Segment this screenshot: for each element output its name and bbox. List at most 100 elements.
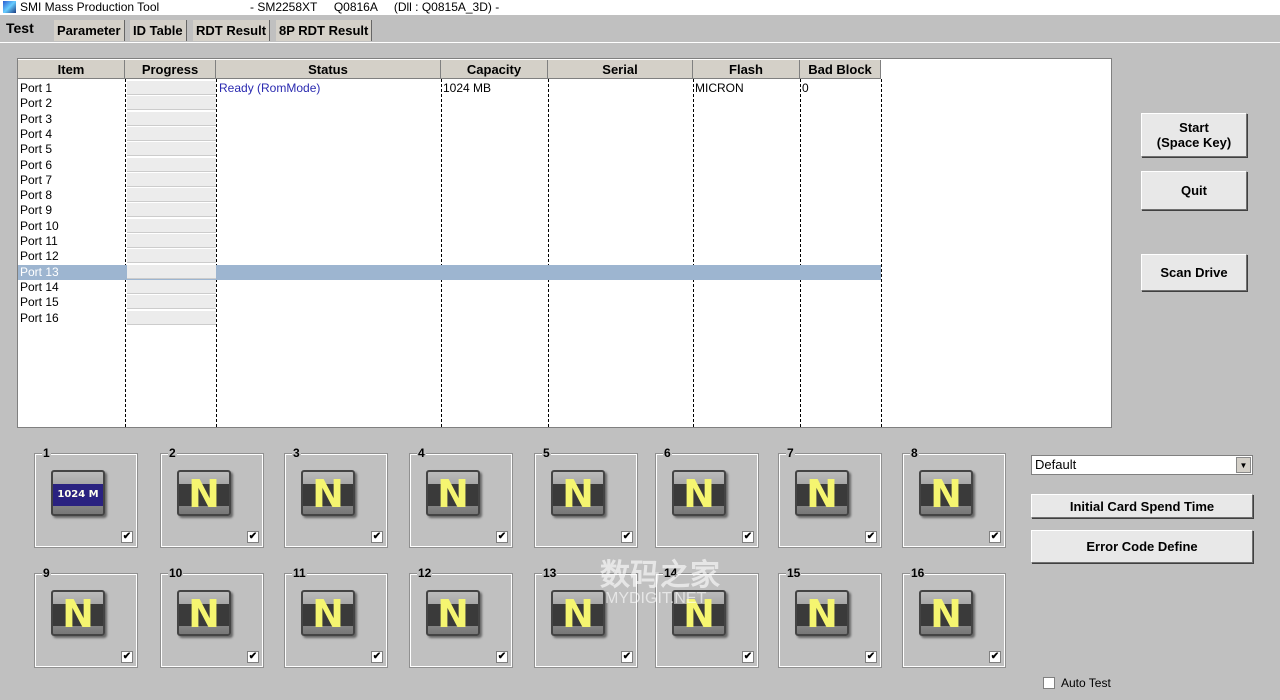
port-enable-checkbox[interactable]: ✔ [371, 531, 383, 543]
no-device-icon: N [919, 470, 973, 516]
table-row[interactable]: Port 13 [18, 264, 881, 280]
port-enable-checkbox[interactable]: ✔ [989, 531, 1001, 543]
watermark: 数码之家 [600, 559, 720, 592]
table-row[interactable]: Port 10 [18, 218, 881, 234]
table-row[interactable]: Port 4 [18, 126, 881, 142]
table-row[interactable]: Port 2 [18, 96, 881, 111]
tab-id-table[interactable]: ID Table [130, 20, 187, 41]
column-header-serial[interactable]: Serial [548, 60, 693, 79]
card-label: N [562, 472, 594, 516]
table-row[interactable]: Port 12 [18, 249, 881, 264]
port-enable-checkbox[interactable]: ✔ [865, 531, 877, 543]
card-label: N [188, 472, 220, 516]
port-enable-checkbox[interactable]: ✔ [621, 651, 633, 663]
port-slot-10: 10 N ✔ [160, 566, 264, 668]
tab-8p-rdt-result[interactable]: 8P RDT Result [276, 20, 373, 41]
progress-bar [127, 218, 216, 233]
divider [0, 42, 1280, 43]
column-header-bad-block[interactable]: Bad Block [800, 60, 881, 79]
initial-card-spend-time-button[interactable]: Initial Card Spend Time [1031, 494, 1253, 518]
table-row[interactable]: Port 11 [18, 234, 881, 249]
port-slot-15: 15 N ✔ [778, 566, 882, 668]
no-device-icon: N [795, 470, 849, 516]
table-row[interactable]: Port 14 [18, 279, 881, 295]
cell-item: Port 15 [20, 295, 59, 310]
auto-test-checkbox[interactable] [1043, 677, 1055, 689]
port-number: 12 [417, 566, 433, 580]
port-enable-checkbox[interactable]: ✔ [496, 531, 508, 543]
chevron-down-icon[interactable]: ▼ [1236, 457, 1251, 473]
port-enable-checkbox[interactable]: ✔ [247, 651, 259, 663]
title-bar: SMI Mass Production Tool - SM2258XT Q081… [0, 0, 1280, 15]
cell-bad-block: 0 [802, 81, 809, 95]
cell-item: Port 4 [20, 126, 53, 141]
no-device-icon: N [301, 470, 355, 516]
port-number: 10 [168, 566, 184, 580]
port-slot-9: 9 N ✔ [34, 566, 138, 668]
error-code-define-button[interactable]: Error Code Define [1031, 530, 1253, 563]
cell-capacity: 1024 MB [443, 81, 492, 95]
cell-item: Port 6 [20, 157, 53, 172]
progress-bar [127, 142, 216, 157]
card-label: N [437, 592, 469, 636]
tab-parameter[interactable]: Parameter [54, 20, 125, 41]
table-row[interactable]: Port 1 Ready (RomMode) 1024 MB MICRON 0 [18, 81, 881, 96]
column-divider [881, 79, 882, 427]
table-row[interactable]: Port 6 [18, 157, 881, 173]
port-enable-checkbox[interactable]: ✔ [865, 651, 877, 663]
port-slot-4: 4 N ✔ [409, 446, 513, 548]
cell-item: Port 5 [20, 142, 53, 157]
tab-bar: Test Parameter ID Table RDT Result 8P RD… [0, 18, 1280, 42]
tab-test[interactable]: Test [3, 18, 37, 39]
port-enable-checkbox[interactable]: ✔ [121, 651, 133, 663]
scan-drive-button[interactable]: Scan Drive [1141, 254, 1247, 291]
cell-item: Port 16 [20, 310, 59, 325]
watermark-en: MYDIGIT.NET [605, 590, 707, 607]
port-number: 7 [786, 446, 795, 460]
no-device-icon: N [551, 590, 605, 636]
table-row[interactable]: Port 3 [18, 111, 881, 127]
port-enable-checkbox[interactable]: ✔ [371, 651, 383, 663]
port-enable-checkbox[interactable]: ✔ [496, 651, 508, 663]
table-row[interactable]: Port 9 [18, 203, 881, 218]
port-enable-checkbox[interactable]: ✔ [989, 651, 1001, 663]
cell-item: Port 13 [20, 264, 59, 279]
port-slot-16: 16 N ✔ [902, 566, 1006, 668]
progress-bar [127, 310, 216, 325]
profile-dropdown[interactable]: Default ▼ [1031, 455, 1253, 475]
column-header-item[interactable]: Item [18, 60, 125, 79]
port-enable-checkbox[interactable]: ✔ [247, 531, 259, 543]
port-slot-12: 12 N ✔ [409, 566, 513, 668]
column-header-status[interactable]: Status [216, 60, 441, 79]
port-enable-checkbox[interactable]: ✔ [742, 651, 754, 663]
column-header-progress[interactable]: Progress [125, 60, 216, 79]
column-header-flash[interactable]: Flash [693, 60, 800, 79]
table-row[interactable]: Port 15 [18, 295, 881, 310]
table-row[interactable]: Port 16 [18, 310, 881, 326]
no-device-icon: N [919, 590, 973, 636]
cell-item: Port 12 [20, 249, 59, 264]
card-label: N [930, 592, 962, 636]
card-label: N [562, 592, 594, 636]
table-row[interactable]: Port 5 [18, 142, 881, 157]
port-enable-checkbox[interactable]: ✔ [121, 531, 133, 543]
port-number: 3 [292, 446, 301, 460]
progress-bar [127, 96, 216, 111]
progress-bar [127, 279, 216, 294]
table-row[interactable]: Port 7 [18, 172, 881, 188]
port-list[interactable]: Item Progress Status Capacity Serial Flash Bad… [17, 58, 1112, 428]
port-slot-11: 11 N ✔ [284, 566, 388, 668]
quit-button[interactable]: Quit [1141, 171, 1247, 210]
port-enable-checkbox[interactable]: ✔ [621, 531, 633, 543]
card-label: N [312, 592, 344, 636]
tab-rdt-result[interactable]: RDT Result [193, 20, 271, 41]
card-label: N [312, 472, 344, 516]
progress-bar [127, 249, 216, 264]
card-label: N [806, 592, 838, 636]
card-label: N [806, 472, 838, 516]
start-button[interactable]: Start (Space Key) [1141, 113, 1247, 157]
port-enable-checkbox[interactable]: ✔ [742, 531, 754, 543]
column-header-capacity[interactable]: Capacity [441, 60, 548, 79]
cell-item: Port 1 [20, 81, 53, 95]
table-row[interactable]: Port 8 [18, 188, 881, 203]
